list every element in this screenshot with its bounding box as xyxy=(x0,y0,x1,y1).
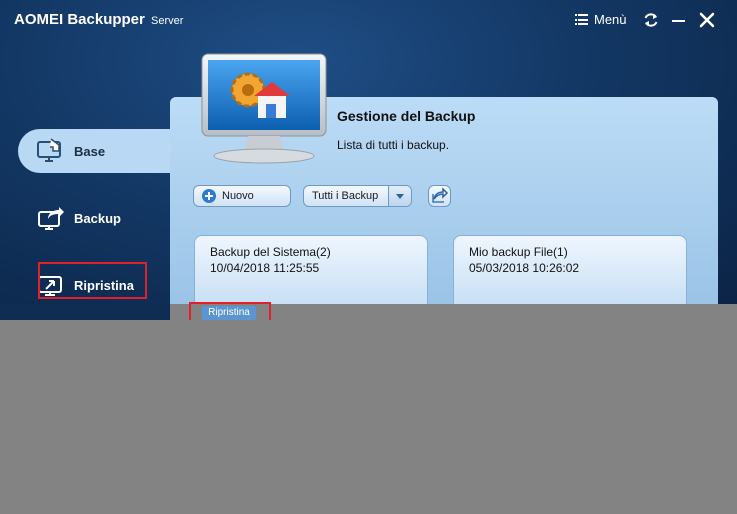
new-button-label: Nuovo xyxy=(222,190,254,202)
highlight-box xyxy=(38,262,147,299)
backup-filter-select[interactable]: Tutti i Backup xyxy=(303,185,412,207)
title-bar: AOMEI Backupper Server Menù xyxy=(0,0,737,40)
home-monitor-icon xyxy=(37,138,61,162)
share-button[interactable] xyxy=(428,185,451,207)
minimize-icon[interactable] xyxy=(672,20,685,22)
sidebar-bottom-strip xyxy=(0,304,170,320)
new-button[interactable]: Nuovo xyxy=(193,185,291,207)
refresh-icon[interactable] xyxy=(643,12,659,28)
backup-filter-value: Tutti i Backup xyxy=(312,190,379,202)
app-edition: Server xyxy=(151,15,184,27)
backup-card[interactable]: Backup del Sistema(2) 10/04/2018 11:25:5… xyxy=(194,235,428,304)
gray-overlay xyxy=(0,304,737,514)
backup-name: Mio backup File(1) xyxy=(469,245,568,259)
backup-monitor-icon xyxy=(201,53,327,164)
hamburger-icon xyxy=(575,14,588,25)
app-name: AOMEI Backupper xyxy=(14,11,145,28)
backup-date: 05/03/2018 10:26:02 xyxy=(469,261,580,275)
app-window: AOMEI Backupper Server Menù Base Backup … xyxy=(0,0,737,304)
chevron-down-icon[interactable] xyxy=(388,186,411,206)
sidebar-item-base[interactable]: Base xyxy=(18,129,170,173)
app-title: AOMEI Backupper Server xyxy=(14,11,183,28)
backup-date: 10/04/2018 11:25:55 xyxy=(210,261,320,275)
panel-subtitle: Lista di tutti i backup. xyxy=(337,138,450,152)
backup-name: Backup del Sistema(2) xyxy=(210,245,331,259)
backup-icon xyxy=(38,207,64,230)
share-icon xyxy=(432,187,449,203)
sidebar-item-label: Backup xyxy=(74,210,121,226)
plus-icon xyxy=(202,189,216,203)
sidebar-item-backup[interactable]: Backup xyxy=(18,196,170,240)
backup-card[interactable]: Mio backup File(1) 05/03/2018 10:26:02 xyxy=(453,235,687,304)
close-icon[interactable] xyxy=(699,12,715,28)
panel-title: Gestione del Backup xyxy=(337,108,476,124)
menu-label: Menù xyxy=(594,12,627,27)
restore-button[interactable]: Ripristina xyxy=(202,306,256,320)
menu-button[interactable]: Menù xyxy=(575,12,627,27)
sidebar-item-label: Base xyxy=(74,143,106,159)
